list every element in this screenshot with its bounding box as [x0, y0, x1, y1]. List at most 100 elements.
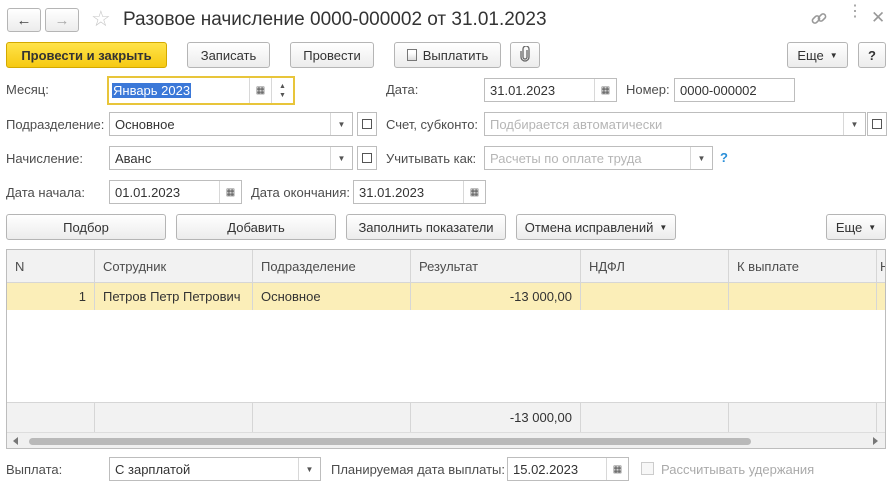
planned-date-label: Планируемая дата выплаты:	[331, 462, 505, 477]
back-button[interactable]: ←	[7, 8, 41, 32]
arrow-right-icon: →	[54, 11, 70, 29]
column-header-n[interactable]: N	[7, 250, 95, 282]
post-and-close-button[interactable]: Провести и закрыть	[6, 42, 167, 68]
chevron-down-icon[interactable]: ▼	[330, 147, 352, 169]
column-header-ndfl[interactable]: НДФЛ	[581, 250, 729, 282]
row-result: -13 000,00	[411, 283, 581, 310]
column-header-payout[interactable]: К выплате	[729, 250, 877, 282]
accrual-label: Начисление:	[6, 151, 83, 166]
horizontal-scrollbar[interactable]	[7, 432, 885, 448]
window-title: Разовое начисление 0000-000002 от 31.01.…	[123, 9, 547, 30]
account-field[interactable]: Подбирается автоматически ▼	[484, 112, 866, 136]
close-icon[interactable]: ✕	[871, 8, 885, 28]
help-button[interactable]: ?	[858, 42, 886, 68]
month-spinner[interactable]: ▲ ▼	[271, 78, 293, 103]
chevron-down-icon[interactable]: ▼	[330, 113, 352, 135]
chevron-down-icon[interactable]: ▼	[843, 113, 865, 135]
pay-button[interactable]: Выплатить	[394, 42, 501, 68]
accruals-table[interactable]: N Сотрудник Подразделение Результат НДФЛ…	[6, 249, 886, 449]
deductions-checkbox[interactable]	[641, 462, 654, 475]
accrual-value: Аванс	[115, 150, 152, 166]
division-field[interactable]: Основное ▼	[109, 112, 353, 136]
calendar-icon[interactable]: ▦	[594, 79, 616, 101]
consider-label: Учитывать как:	[386, 151, 477, 166]
calendar-icon[interactable]: ▦	[249, 78, 271, 103]
post-button[interactable]: Провести	[290, 42, 374, 68]
row-payout	[729, 283, 877, 310]
month-field[interactable]: Январь 2023 ▦ ▲ ▼	[107, 76, 295, 105]
calendar-icon[interactable]: ▦	[606, 458, 628, 480]
end-date-value: 31.01.2023	[359, 184, 425, 200]
end-date-label: Дата окончания:	[251, 185, 350, 200]
column-header-next[interactable]: Н	[877, 250, 885, 282]
more-button[interactable]: Еще ▼	[787, 42, 848, 68]
table-header: N Сотрудник Подразделение Результат НДФЛ…	[7, 250, 885, 283]
account-label: Счет, субконто:	[386, 117, 479, 132]
table-more-button[interactable]: Еще ▼	[826, 214, 886, 240]
start-date-value: 01.01.2023	[115, 184, 181, 200]
calendar-icon[interactable]: ▦	[463, 181, 485, 203]
accrual-field[interactable]: Аванс ▼	[109, 146, 353, 170]
planned-date-field[interactable]: 15.02.2023 ▦	[507, 457, 629, 481]
column-header-division[interactable]: Подразделение	[253, 250, 411, 282]
open-form-icon	[362, 153, 372, 163]
payment-value: С зарплатой	[115, 461, 191, 477]
division-value: Основное	[115, 116, 175, 132]
link-icon[interactable]	[810, 10, 828, 28]
pick-button[interactable]: Подбор	[6, 214, 166, 240]
chevron-down-icon[interactable]: ▼	[298, 458, 320, 480]
payment-label: Выплата:	[6, 462, 63, 477]
date-label: Дата:	[386, 82, 419, 97]
account-placeholder: Подбирается автоматически	[490, 116, 663, 132]
calendar-icon[interactable]: ▦	[219, 181, 241, 203]
cancel-corrections-label: Отмена исправлений	[524, 219, 654, 235]
pay-button-label: Выплатить	[422, 47, 489, 63]
account-open-button[interactable]	[867, 112, 887, 136]
paperclip-icon	[519, 44, 531, 65]
consider-help-link[interactable]: ?	[720, 150, 728, 165]
division-label: Подразделение:	[6, 117, 105, 132]
number-field[interactable]: 0000-000002	[674, 78, 795, 102]
end-date-field[interactable]: 31.01.2023 ▦	[353, 180, 486, 204]
accrual-open-button[interactable]	[357, 146, 377, 170]
date-field[interactable]: 31.01.2023 ▦	[484, 78, 617, 102]
arrow-left-icon: ←	[16, 11, 32, 29]
scroll-left-icon[interactable]	[13, 437, 18, 445]
month-value: Январь 2023	[112, 83, 192, 98]
row-ndfl	[581, 283, 729, 310]
planned-date-value: 15.02.2023	[513, 461, 579, 477]
date-value: 31.01.2023	[490, 82, 556, 98]
number-value: 0000-000002	[680, 82, 757, 98]
row-division: Основное	[253, 283, 411, 310]
more-vertical-icon[interactable]: ⋮	[847, 4, 863, 20]
table-footer: -13 000,00	[7, 402, 885, 432]
chevron-down-icon: ▼	[868, 222, 877, 232]
chevron-down-icon[interactable]: ▼	[690, 147, 712, 169]
add-button[interactable]: Добавить	[176, 214, 336, 240]
number-label: Номер:	[626, 82, 670, 97]
open-form-icon	[362, 119, 372, 129]
table-row[interactable]: 1 Петров Петр Петрович Основное -13 000,…	[7, 283, 885, 310]
start-date-field[interactable]: 01.01.2023 ▦	[109, 180, 242, 204]
attach-button[interactable]	[510, 42, 540, 68]
save-button[interactable]: Записать	[187, 42, 270, 68]
division-open-button[interactable]	[357, 112, 377, 136]
favorite-star-icon[interactable]: ☆	[91, 6, 111, 32]
document-icon	[406, 49, 417, 61]
open-form-icon	[872, 119, 882, 129]
scroll-right-icon[interactable]	[873, 437, 878, 445]
row-number: 1	[7, 283, 95, 310]
fill-indicators-button[interactable]: Заполнить показатели	[346, 214, 506, 240]
cancel-corrections-button[interactable]: Отмена исправлений ▼	[516, 214, 676, 240]
month-label: Месяц:	[6, 82, 49, 97]
payment-field[interactable]: С зарплатой ▼	[109, 457, 321, 481]
scrollbar-thumb[interactable]	[29, 438, 751, 445]
column-header-result[interactable]: Результат	[411, 250, 581, 282]
chevron-down-icon: ▼	[659, 222, 668, 232]
more-button-label: Еще	[797, 47, 824, 63]
column-header-employee[interactable]: Сотрудник	[95, 250, 253, 282]
table-more-label: Еще	[835, 219, 863, 235]
consider-field[interactable]: Расчеты по оплате труда ▼	[484, 146, 713, 170]
row-employee: Петров Петр Петрович	[95, 283, 253, 310]
forward-button[interactable]: →	[45, 8, 79, 32]
